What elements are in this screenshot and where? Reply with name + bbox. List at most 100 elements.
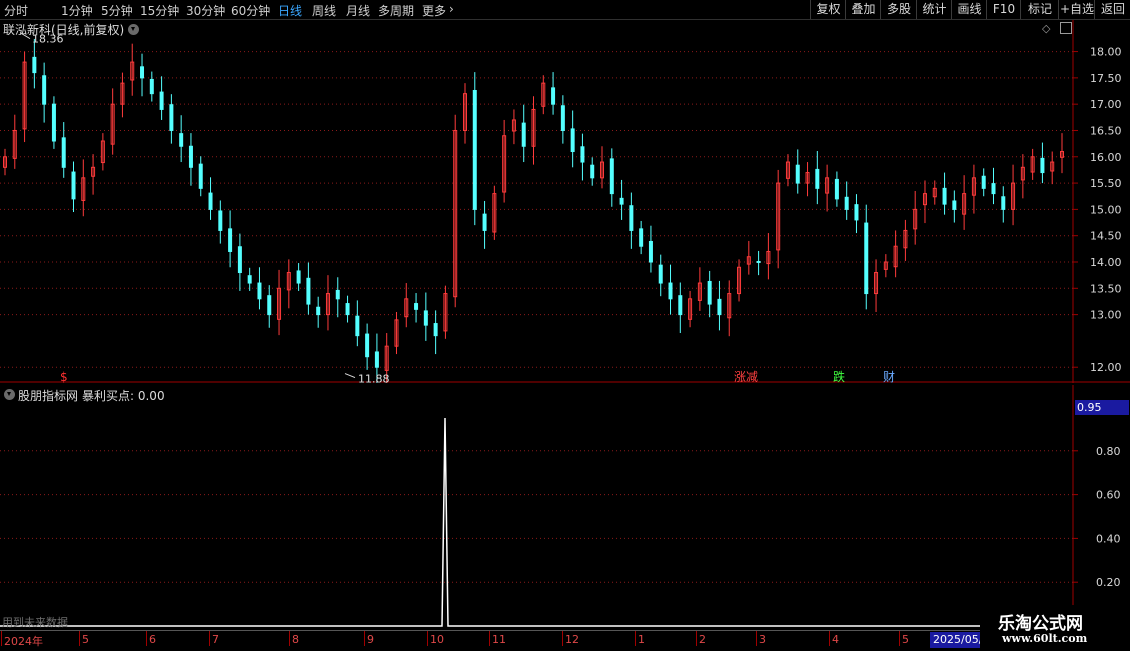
candle-body bbox=[668, 282, 673, 300]
event-mark-3: 财 bbox=[883, 370, 895, 383]
more-arrow-icon[interactable]: › bbox=[449, 2, 454, 16]
x-tick-mark bbox=[489, 631, 490, 646]
period-tab-9[interactable]: 多周期 bbox=[378, 2, 414, 19]
x-axis-label-6: 10 bbox=[430, 633, 444, 646]
toolbar-button-7[interactable]: +自选 bbox=[1058, 0, 1095, 19]
x-tick-mark bbox=[209, 631, 210, 646]
candle-body bbox=[834, 178, 839, 200]
candle-body bbox=[590, 164, 595, 179]
candle-body bbox=[335, 289, 340, 300]
indicator-title: 股朋指标网 bbox=[18, 389, 79, 403]
candle-body bbox=[1001, 196, 1006, 210]
candle-body bbox=[32, 56, 37, 74]
indicator-tick-label-2: 0.40 bbox=[1096, 532, 1121, 545]
chart-menu-icon[interactable] bbox=[128, 24, 139, 35]
x-axis-label-13: 5 bbox=[902, 633, 909, 646]
x-tick-mark bbox=[1, 631, 2, 646]
candle-body bbox=[472, 89, 477, 210]
x-axis-label-2: 6 bbox=[149, 633, 156, 646]
candle-body bbox=[208, 192, 213, 210]
period-tab-3[interactable]: 15分钟 bbox=[140, 2, 179, 19]
x-axis-label-7: 11 bbox=[492, 633, 506, 646]
indicator-tick-label-1: 0.60 bbox=[1096, 489, 1121, 502]
candlestick-svg[interactable]: 18.00 17.50 17.00 16.50 16.00 15.50 15.00 14.50… bbox=[0, 20, 1130, 389]
candle-body bbox=[374, 351, 379, 368]
period-tab-7[interactable]: 周线 bbox=[312, 2, 336, 19]
indicator-menu-icon[interactable] bbox=[4, 389, 15, 400]
x-axis-label-9: 1 bbox=[638, 633, 645, 646]
x-tick-mark bbox=[289, 631, 290, 646]
candle-body bbox=[237, 246, 242, 274]
candle-body bbox=[159, 91, 164, 110]
indicator-tick-label-0: 0.80 bbox=[1096, 445, 1121, 458]
candle-body bbox=[609, 158, 614, 195]
toolbar-button-5[interactable]: F10 bbox=[986, 0, 1021, 19]
candle-body bbox=[570, 128, 575, 153]
toolbar-button-4[interactable]: 画线 bbox=[951, 0, 987, 19]
candle-body bbox=[188, 145, 193, 168]
future-data-note: 用到未来数据 bbox=[2, 616, 68, 629]
toolbar-button-3[interactable]: 统计 bbox=[916, 0, 952, 19]
candle-body bbox=[355, 315, 360, 337]
period-tab-6[interactable]: 日线 bbox=[278, 2, 302, 19]
date-axis: 2024年 5 6 7 8 9 10 11 12 1 2 3 4 5 2025/05/ bbox=[0, 630, 1130, 651]
toolbar-button-6[interactable]: 标记 bbox=[1020, 0, 1059, 19]
price-tick-label-5: 15.50 bbox=[1090, 177, 1122, 190]
indicator-panel[interactable]: 0.80 0.60 0.40 0.20 股朋指标网 暴利买点: 0.00 0.95 用… bbox=[0, 385, 1130, 630]
period-tab-2[interactable]: 5分钟 bbox=[101, 2, 133, 19]
x-tick-mark bbox=[79, 631, 80, 646]
price-chart[interactable]: 18.00 17.50 17.00 16.50 16.00 15.50 15.00 14.50… bbox=[0, 20, 1130, 389]
candle-body bbox=[648, 240, 653, 263]
candle-body bbox=[952, 200, 957, 210]
candle-body bbox=[551, 87, 556, 105]
toolbar-button-1[interactable]: 叠加 bbox=[845, 0, 881, 19]
toolbar-button-2[interactable]: 多股 bbox=[880, 0, 917, 19]
x-tick-mark bbox=[829, 631, 830, 646]
x-tick-mark bbox=[427, 631, 428, 646]
low-marker-arrow bbox=[344, 373, 356, 378]
x-tick-mark bbox=[364, 631, 365, 646]
x-tick-mark bbox=[146, 631, 147, 646]
x-tick-mark bbox=[635, 631, 636, 646]
price-tick-label-7: 14.50 bbox=[1090, 230, 1122, 243]
candle-body bbox=[228, 228, 233, 252]
candle-body bbox=[864, 222, 869, 295]
x-tick-mark bbox=[562, 631, 563, 646]
panel-toggle-icon[interactable] bbox=[1060, 22, 1072, 34]
price-tick-label-11: 12.00 bbox=[1090, 361, 1122, 374]
main-chart-title: 联泓新科(日线,前复权) bbox=[3, 23, 125, 37]
candle-body bbox=[678, 295, 683, 316]
price-tick-label-0: 18.00 bbox=[1090, 46, 1122, 59]
period-tab-4[interactable]: 30分钟 bbox=[186, 2, 225, 19]
diamond-icon[interactable]: ◇ bbox=[1042, 22, 1050, 35]
candle-body bbox=[71, 171, 76, 200]
toolbar-button-0[interactable]: 复权 bbox=[810, 0, 846, 19]
candle-body bbox=[198, 163, 203, 189]
candle-body bbox=[521, 122, 526, 147]
period-tab-8[interactable]: 月线 bbox=[346, 2, 370, 19]
candle-body bbox=[414, 303, 419, 310]
period-tab-1[interactable]: 1分钟 bbox=[61, 2, 93, 19]
candle-body bbox=[218, 210, 223, 231]
period-tab-5[interactable]: 60分钟 bbox=[231, 2, 270, 19]
period-tab-10[interactable]: 更多 bbox=[422, 2, 446, 19]
candle-body bbox=[345, 303, 350, 316]
event-mark-1: 涨减 bbox=[734, 369, 758, 383]
candle-body bbox=[981, 175, 986, 189]
period-tab-0[interactable]: 分时 bbox=[4, 2, 28, 19]
candle-body bbox=[257, 282, 262, 300]
indicator-svg[interactable]: 0.80 0.60 0.40 0.20 bbox=[0, 385, 1130, 630]
event-mark-2: 跌 bbox=[833, 369, 845, 383]
candle-body bbox=[179, 133, 184, 147]
candle-body bbox=[658, 264, 663, 284]
indicator-series-line bbox=[0, 417, 980, 627]
x-axis-label-10: 2 bbox=[699, 633, 706, 646]
candle-body bbox=[267, 295, 272, 316]
candle-body bbox=[51, 103, 56, 142]
price-tick-label-8: 14.00 bbox=[1090, 256, 1122, 269]
candle-body bbox=[482, 213, 487, 231]
candle-body bbox=[316, 306, 321, 316]
toolbar-button-8[interactable]: 返回 bbox=[1094, 0, 1130, 19]
watermark: 乐淘公式网 www.60lt.com bbox=[980, 605, 1130, 650]
candle-body bbox=[42, 75, 47, 105]
